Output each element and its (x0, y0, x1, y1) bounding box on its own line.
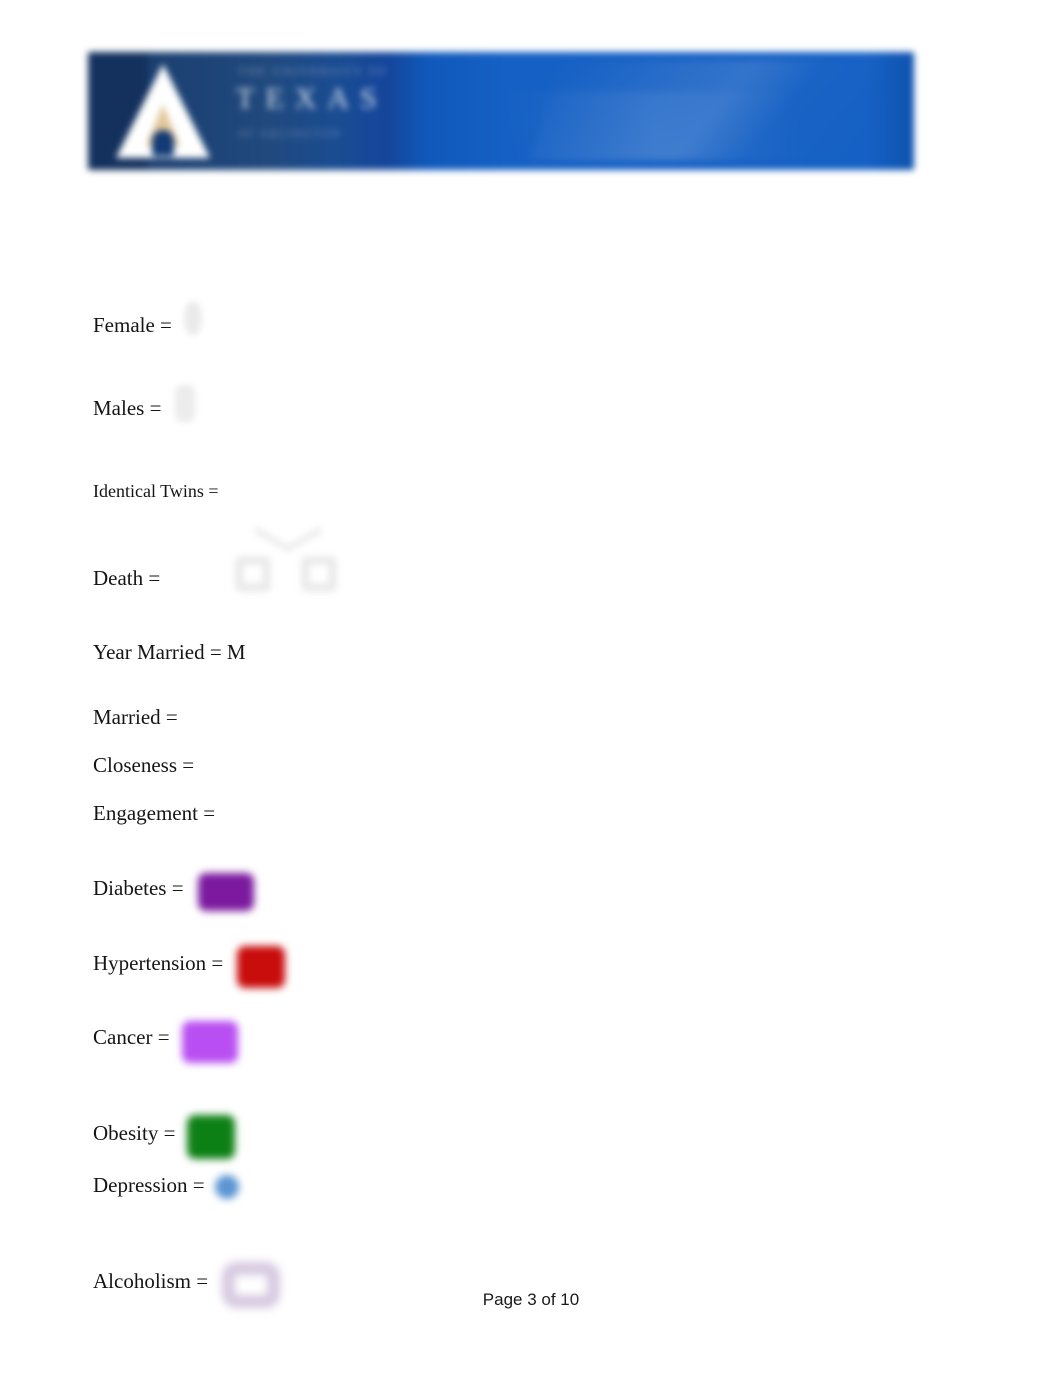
obesity-color-swatch (187, 1115, 236, 1159)
banner-background: THE UNIVERSITY OF TEXAS AT ARLINGTON (88, 52, 914, 170)
legend-label-cancer: Cancer = (93, 1024, 170, 1049)
legend-label-engagement: Engagement = (93, 801, 216, 825)
legend-item-identical-twins: Identical Twins = (93, 481, 337, 592)
legend-label-depression: Depression = (93, 1172, 205, 1197)
ut-a-flame-logo-icon (116, 64, 210, 158)
legend-item-married: Married = (93, 707, 196, 728)
twin-child-right (300, 556, 337, 592)
legend-item-diabetes: Diabetes = (93, 866, 254, 911)
twin-child-left (234, 556, 271, 592)
university-header-banner: THE UNIVERSITY OF TEXAS AT ARLINGTON (88, 52, 914, 170)
legend-label-closeness: Closeness = (93, 753, 195, 777)
legend-item-female: Female = (93, 300, 202, 337)
female-circle-symbol (183, 300, 202, 336)
legend-item-year-married: Year Married = M (93, 642, 246, 663)
legend-item-hypertension: Hypertension = (93, 938, 286, 988)
hypertension-color-swatch (237, 946, 286, 988)
logo-flame-core (152, 130, 174, 156)
legend-item-engagement: Engagement = (93, 803, 223, 824)
legend-label-males: Males = (93, 396, 162, 420)
legend-label-death: Death = (93, 566, 161, 590)
banner-swoosh-decoration-secondary (496, 92, 810, 162)
legend-label-hypertension: Hypertension = (93, 950, 224, 975)
legend-item-males: Males = (93, 385, 196, 422)
page-footer: Page 3 of 10 (482, 1290, 580, 1309)
legend-label-obesity: Obesity = (93, 1121, 176, 1145)
legend-item-cancer: Cancer = (93, 1011, 238, 1063)
legend-item-obesity: Obesity = (93, 1108, 236, 1159)
institution-name-sub: AT ARLINGTON (238, 128, 342, 140)
twins-right-branch (284, 526, 323, 553)
institution-wordmark: TEXAS (236, 82, 388, 115)
legend-label-married: Married = (93, 705, 178, 729)
institution-name-top: THE UNIVERSITY OF (238, 64, 389, 78)
legend-label-female: Female = (93, 313, 172, 337)
legend-item-closeness: Closeness = (93, 755, 212, 776)
diabetes-color-swatch (197, 873, 254, 911)
legend-label-diabetes: Diabetes = (93, 876, 184, 900)
depression-color-dot (214, 1175, 239, 1199)
legend-label-identical-twins: Identical Twins = (93, 481, 219, 501)
legend-label-year-married: Year Married = M (93, 640, 246, 664)
male-square-symbol (175, 385, 196, 422)
legend-label-alcoholism: Alcoholism = (93, 1268, 209, 1293)
legend-item-death: Death = (93, 568, 174, 589)
legend-item-depression: Depression = (93, 1171, 239, 1199)
cancer-color-swatch (181, 1021, 238, 1063)
